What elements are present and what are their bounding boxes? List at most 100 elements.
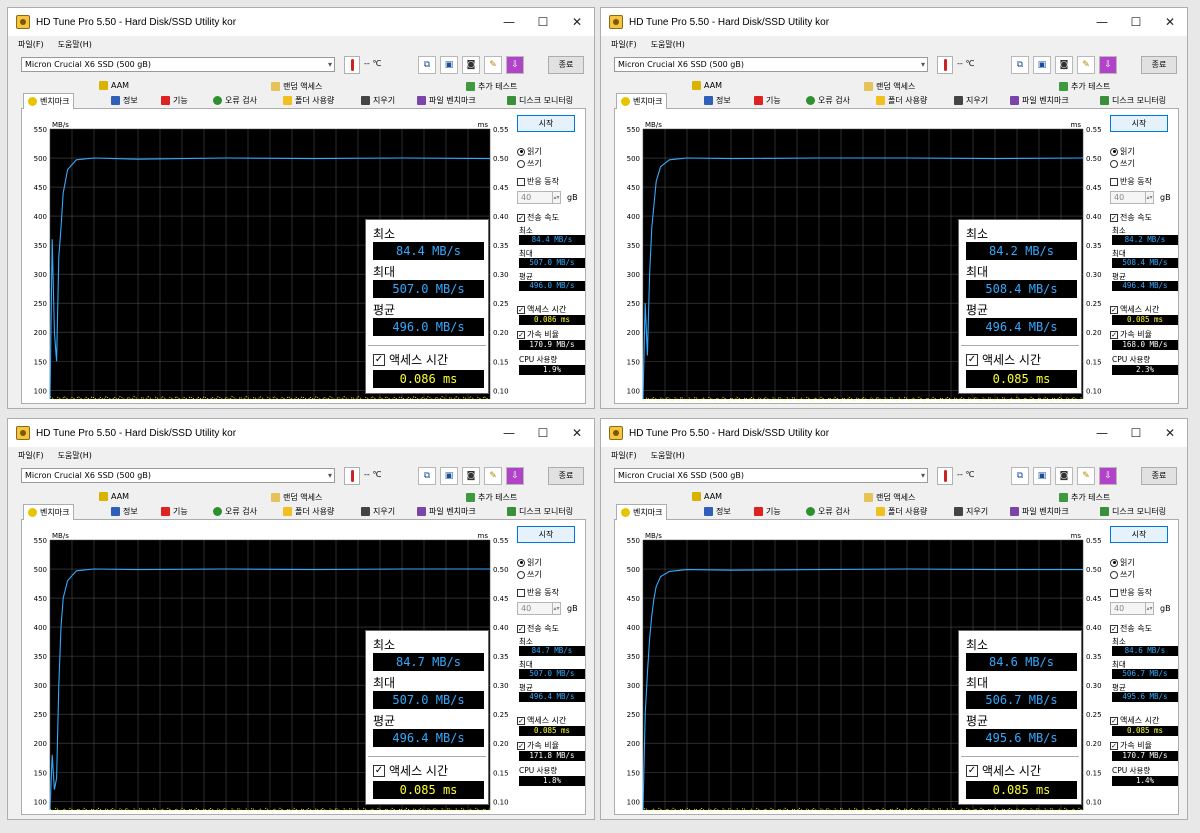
tab-aam[interactable]: AAM <box>692 81 722 90</box>
stroke-size-input[interactable]: 40 ▴▾ <box>517 602 561 615</box>
tab-benchmark[interactable]: 벤치마크 <box>616 504 668 520</box>
tab-error-scan[interactable]: 오류 검사 <box>806 95 850 106</box>
tab-random-access[interactable]: 랜덤 액세스 <box>271 492 322 503</box>
exit-button[interactable]: 종료 <box>548 56 584 74</box>
close-button[interactable]: ✕ <box>1153 419 1187 447</box>
copy-icon[interactable]: ⧉ <box>1011 467 1029 485</box>
access-time-checkbox[interactable]: ✓ 액세스 시간 <box>517 304 566 315</box>
short-stroke-checkbox[interactable]: 반응 동작 <box>1110 587 1152 598</box>
tab-folder-usage[interactable]: 폴더 사용량 <box>876 506 927 517</box>
tab-aam[interactable]: AAM <box>692 492 722 501</box>
download-icon[interactable]: ⇩ <box>506 467 524 485</box>
tab-features[interactable]: 기능 <box>754 95 781 106</box>
access-time-checkbox[interactable]: ✓ 액세스 시간 <box>1110 715 1159 726</box>
wrench-icon[interactable]: ✎ <box>484 56 502 74</box>
tab-erase[interactable]: 지우기 <box>954 95 988 106</box>
camera-icon[interactable]: ◙ <box>462 56 480 74</box>
copy-alt-icon[interactable]: ▣ <box>440 56 458 74</box>
menu-file[interactable]: 파일(F) <box>18 39 44 50</box>
maximize-button[interactable]: ☐ <box>526 419 560 447</box>
tab-aam[interactable]: AAM <box>99 492 129 501</box>
tab-benchmark[interactable]: 벤치마크 <box>23 93 75 109</box>
wrench-icon[interactable]: ✎ <box>1077 56 1095 74</box>
burst-rate-checkbox[interactable]: ✓ 가속 비율 <box>1110 740 1152 751</box>
menu-help[interactable]: 도움말(H) <box>651 39 685 50</box>
menu-help[interactable]: 도움말(H) <box>58 450 92 461</box>
tab-aam[interactable]: AAM <box>99 81 129 90</box>
write-radio[interactable]: 쓰기 <box>517 569 542 580</box>
camera-icon[interactable]: ◙ <box>1055 467 1073 485</box>
exit-button[interactable]: 종료 <box>1141 467 1177 485</box>
tab-features[interactable]: 기능 <box>754 506 781 517</box>
tab-folder-usage[interactable]: 폴더 사용량 <box>876 95 927 106</box>
start-button[interactable]: 시작 <box>1110 526 1168 543</box>
tab-info[interactable]: 정보 <box>704 506 731 517</box>
short-stroke-checkbox[interactable]: 반응 동작 <box>1110 176 1152 187</box>
tab-extra-tests[interactable]: 추가 테스트 <box>466 81 517 92</box>
drive-select[interactable]: Micron Crucial X6 SSD (500 gB) ▾ <box>614 468 928 483</box>
copy-alt-icon[interactable]: ▣ <box>1033 56 1051 74</box>
minimize-button[interactable]: — <box>492 419 526 447</box>
menu-file[interactable]: 파일(F) <box>611 39 637 50</box>
tab-file-benchmark[interactable]: 파일 벤치마크 <box>417 95 476 106</box>
menu-file[interactable]: 파일(F) <box>18 450 44 461</box>
transfer-rate-checkbox[interactable]: ✓ 전송 속도 <box>1110 212 1152 223</box>
tab-info[interactable]: 정보 <box>111 95 138 106</box>
minimize-button[interactable]: — <box>492 8 526 36</box>
tab-folder-usage[interactable]: 폴더 사용량 <box>283 95 334 106</box>
download-icon[interactable]: ⇩ <box>1099 467 1117 485</box>
tab-extra-tests[interactable]: 추가 테스트 <box>1059 81 1110 92</box>
write-radio[interactable]: 쓰기 <box>1110 158 1135 169</box>
drive-select[interactable]: Micron Crucial X6 SSD (500 gB) ▾ <box>21 57 335 72</box>
tab-disk-monitor[interactable]: 디스크 모니터링 <box>507 95 573 106</box>
copy-icon[interactable]: ⧉ <box>418 467 436 485</box>
menu-file[interactable]: 파일(F) <box>611 450 637 461</box>
tab-erase[interactable]: 지우기 <box>361 95 395 106</box>
access-time-checkbox[interactable]: ✓ 액세스 시간 <box>1110 304 1159 315</box>
minimize-button[interactable]: — <box>1085 419 1119 447</box>
read-radio[interactable]: 읽기 <box>517 146 542 157</box>
menu-help[interactable]: 도움말(H) <box>58 39 92 50</box>
tab-features[interactable]: 기능 <box>161 506 188 517</box>
start-button[interactable]: 시작 <box>517 115 575 132</box>
tab-random-access[interactable]: 랜덤 액세스 <box>271 81 322 92</box>
wrench-icon[interactable]: ✎ <box>1077 467 1095 485</box>
tab-disk-monitor[interactable]: 디스크 모니터링 <box>1100 506 1166 517</box>
close-button[interactable]: ✕ <box>1153 8 1187 36</box>
download-icon[interactable]: ⇩ <box>506 56 524 74</box>
tab-error-scan[interactable]: 오류 검사 <box>806 506 850 517</box>
tab-benchmark[interactable]: 벤치마크 <box>23 504 75 520</box>
read-radio[interactable]: 읽기 <box>1110 557 1135 568</box>
stroke-size-input[interactable]: 40 ▴▾ <box>517 191 561 204</box>
tab-error-scan[interactable]: 오류 검사 <box>213 506 257 517</box>
tab-folder-usage[interactable]: 폴더 사용량 <box>283 506 334 517</box>
short-stroke-checkbox[interactable]: 반응 동작 <box>517 176 559 187</box>
tab-random-access[interactable]: 랜덤 액세스 <box>864 81 915 92</box>
maximize-button[interactable]: ☐ <box>526 8 560 36</box>
wrench-icon[interactable]: ✎ <box>484 467 502 485</box>
tab-extra-tests[interactable]: 추가 테스트 <box>1059 492 1110 503</box>
transfer-rate-checkbox[interactable]: ✓ 전송 속도 <box>517 623 559 634</box>
stroke-size-input[interactable]: 40 ▴▾ <box>1110 602 1154 615</box>
camera-icon[interactable]: ◙ <box>1055 56 1073 74</box>
transfer-rate-checkbox[interactable]: ✓ 전송 속도 <box>517 212 559 223</box>
maximize-button[interactable]: ☐ <box>1119 8 1153 36</box>
burst-rate-checkbox[interactable]: ✓ 가속 비율 <box>1110 329 1152 340</box>
burst-rate-checkbox[interactable]: ✓ 가속 비율 <box>517 740 559 751</box>
tab-file-benchmark[interactable]: 파일 벤치마크 <box>417 506 476 517</box>
start-button[interactable]: 시작 <box>517 526 575 543</box>
tab-erase[interactable]: 지우기 <box>361 506 395 517</box>
tab-features[interactable]: 기능 <box>161 95 188 106</box>
transfer-rate-checkbox[interactable]: ✓ 전송 속도 <box>1110 623 1152 634</box>
copy-alt-icon[interactable]: ▣ <box>1033 467 1051 485</box>
tab-file-benchmark[interactable]: 파일 벤치마크 <box>1010 506 1069 517</box>
tab-file-benchmark[interactable]: 파일 벤치마크 <box>1010 95 1069 106</box>
start-button[interactable]: 시작 <box>1110 115 1168 132</box>
drive-select[interactable]: Micron Crucial X6 SSD (500 gB) ▾ <box>21 468 335 483</box>
close-button[interactable]: ✕ <box>560 419 594 447</box>
stroke-size-input[interactable]: 40 ▴▾ <box>1110 191 1154 204</box>
access-time-checkbox[interactable]: ✓ 액세스 시간 <box>517 715 566 726</box>
read-radio[interactable]: 읽기 <box>1110 146 1135 157</box>
copy-alt-icon[interactable]: ▣ <box>440 467 458 485</box>
close-button[interactable]: ✕ <box>560 8 594 36</box>
